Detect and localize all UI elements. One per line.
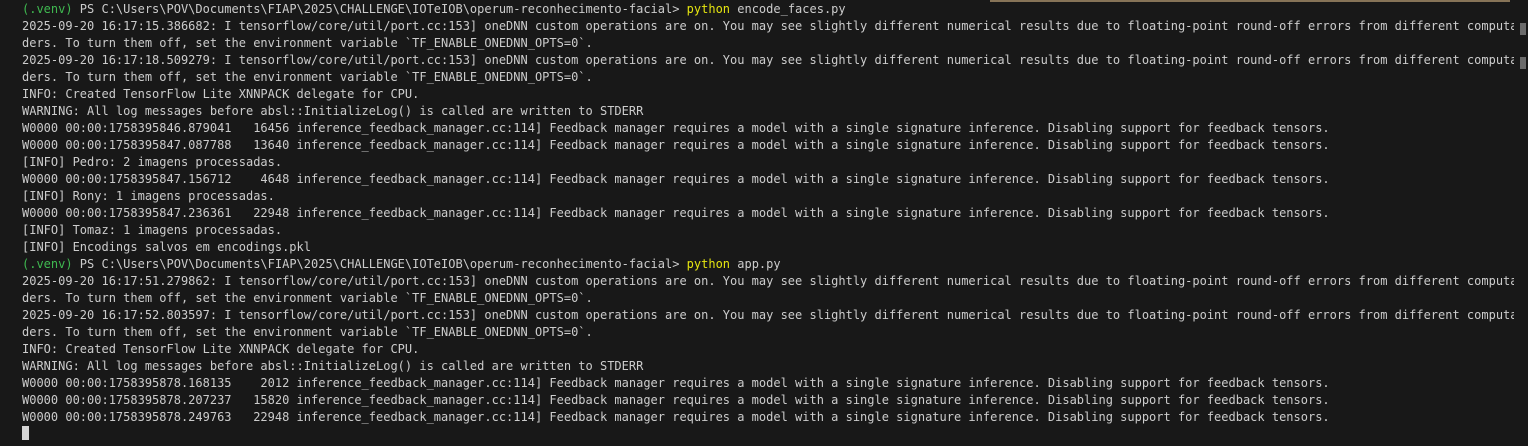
venv-indicator: (.venv)	[22, 2, 73, 16]
output-line: 2025-09-20 16:17:51.279862: I tensorflow…	[22, 274, 1514, 288]
output-line: W0000 00:00:1758395878.249763 22948 infe…	[22, 410, 1330, 424]
output-line: ders. To turn them off, set the environm…	[22, 70, 593, 84]
command-args: app.py	[730, 257, 781, 271]
terminal-scrollbar[interactable]	[1518, 0, 1528, 446]
output-line: W0000 00:00:1758395878.168135 2012 infer…	[22, 376, 1330, 390]
output-line: INFO: Created TensorFlow Lite XNNPACK de…	[22, 342, 420, 356]
output-line: W0000 00:00:1758395847.087788 13640 infe…	[22, 138, 1330, 152]
command-args: encode_faces.py	[730, 2, 846, 16]
scroll-marker	[1520, 23, 1526, 35]
output-line: 2025-09-20 16:17:15.386682: I tensorflow…	[22, 19, 1514, 33]
terminal-cursor	[22, 426, 29, 440]
output-line: [INFO] Encodings salvos em encodings.pkl	[22, 240, 311, 254]
terminal-output[interactable]: (.venv) PS C:\Users\POV\Documents\FIAP\2…	[22, 1, 1514, 443]
cursor-line[interactable]	[22, 426, 1514, 443]
output-line: WARNING: All log messages before absl::I…	[22, 104, 644, 118]
venv-indicator: (.venv)	[22, 257, 73, 271]
output-line: W0000 00:00:1758395847.156712 4648 infer…	[22, 172, 1330, 186]
prompt-path: PS C:\Users\POV\Documents\FIAP\2025\CHAL…	[72, 257, 687, 271]
prompt-line: (.venv) PS C:\Users\POV\Documents\FIAP\2…	[22, 256, 1514, 273]
terminal-panel[interactable]: (.venv) PS C:\Users\POV\Documents\FIAP\2…	[0, 0, 1528, 446]
prompt-line: (.venv) PS C:\Users\POV\Documents\FIAP\2…	[22, 1, 1514, 18]
prompt-path: PS C:\Users\POV\Documents\FIAP\2025\CHAL…	[72, 2, 687, 16]
scroll-marker	[1520, 57, 1526, 69]
output-line: W0000 00:00:1758395846.879041 16456 infe…	[22, 121, 1330, 135]
command-name: python	[686, 257, 731, 271]
output-line: INFO: Created TensorFlow Lite XNNPACK de…	[22, 87, 420, 101]
output-line: 2025-09-20 16:17:18.509279: I tensorflow…	[22, 53, 1514, 67]
output-line: W0000 00:00:1758395847.236361 22948 infe…	[22, 206, 1330, 220]
output-line: ders. To turn them off, set the environm…	[22, 291, 593, 305]
output-line: [INFO] Pedro: 2 imagens processadas.	[22, 155, 283, 169]
output-line: W0000 00:00:1758395878.207237 15820 infe…	[22, 393, 1330, 407]
output-line: [INFO] Rony: 1 imagens processadas.	[22, 189, 275, 203]
output-line: [INFO] Tomaz: 1 imagens processadas.	[22, 223, 283, 237]
output-line: ders. To turn them off, set the environm…	[22, 325, 593, 339]
output-line: ders. To turn them off, set the environm…	[22, 36, 593, 50]
command-name: python	[686, 2, 731, 16]
output-line: WARNING: All log messages before absl::I…	[22, 359, 644, 373]
output-line: 2025-09-20 16:17:52.803597: I tensorflow…	[22, 308, 1514, 322]
